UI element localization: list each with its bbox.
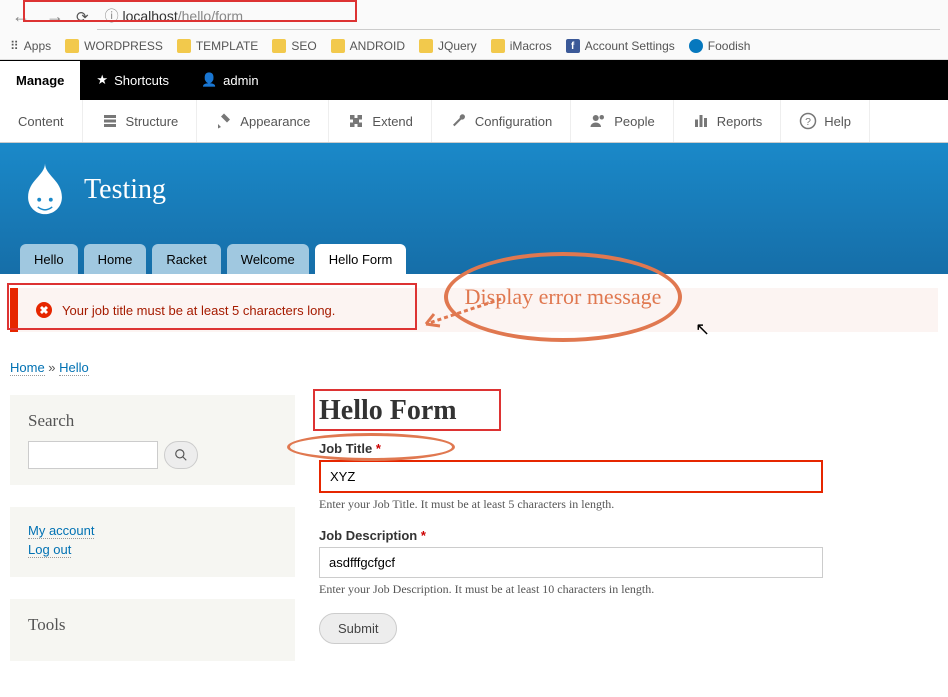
menu-structure[interactable]: Structure [83,100,198,142]
job-title-input[interactable] [319,460,823,493]
menu-content[interactable]: Content [0,100,83,142]
admin-toolbar: Manage ★Shortcuts 👤admin [0,60,948,100]
star-icon: ★ [96,72,108,88]
toolbar-manage[interactable]: Manage [0,61,80,100]
menu-configuration[interactable]: Configuration [432,100,571,142]
structure-icon [101,112,119,130]
menu-people[interactable]: People [571,100,673,142]
search-input[interactable] [28,441,158,469]
folder-icon [65,39,79,53]
tab-racket[interactable]: Racket [152,244,220,275]
error-icon: ✖ [36,302,52,318]
required-marker: * [421,528,426,543]
primary-tabs: Hello Home Racket Welcome Hello Form [20,244,928,275]
bookmark-item[interactable]: WORDPRESS [65,39,163,53]
tab-hello-form[interactable]: Hello Form [315,244,407,275]
chart-icon [692,112,710,130]
bookmark-item[interactable]: SEO [272,39,316,53]
menu-reports[interactable]: Reports [674,100,782,142]
messages-region: ✖ Your job title must be at least 5 char… [0,274,948,346]
bookmark-item[interactable]: iMacros [491,39,552,53]
job-title-description: Enter your Job Title. It must be at leas… [319,497,938,512]
folder-icon [419,39,433,53]
sidebar: Search My account Log out Tools [10,395,295,683]
user-block: My account Log out [10,507,295,577]
help-icon: ? [799,112,817,130]
folder-icon [491,39,505,53]
user-icon: 👤 [201,72,217,88]
facebook-icon: f [566,39,580,53]
breadcrumb-hello[interactable]: Hello [59,360,89,376]
toolbar-shortcuts[interactable]: ★Shortcuts [80,60,185,100]
folder-icon [331,39,345,53]
search-icon [174,448,188,462]
bookmark-item[interactable]: TEMPLATE [177,39,258,53]
paintbrush-icon [215,112,233,130]
bookmark-item[interactable]: ANDROID [331,39,405,53]
tab-welcome[interactable]: Welcome [227,244,309,275]
bookmark-item[interactable]: JQuery [419,39,477,53]
required-marker: * [376,441,381,456]
drupal-icon [689,39,703,53]
form-item-job-title: Job Title * Enter your Job Title. It mus… [319,441,938,512]
wrench-icon [450,112,468,130]
job-description-description: Enter your Job Description. It must be a… [319,582,938,597]
tab-hello[interactable]: Hello [20,244,78,275]
tab-home[interactable]: Home [84,244,147,275]
submit-button[interactable]: Submit [319,613,397,644]
apps-icon: ⠿ [10,39,19,53]
link-log-out[interactable]: Log out [28,542,71,558]
tools-block: Tools [10,599,295,661]
error-text: Your job title must be at least 5 charac… [62,303,335,318]
menu-extend[interactable]: Extend [329,100,431,142]
page-title: Hello Form [319,395,938,427]
reload-icon[interactable]: ⟳ [76,8,89,26]
breadcrumb-home[interactable]: Home [10,360,45,376]
menu-appearance[interactable]: Appearance [197,100,329,142]
apps-button[interactable]: ⠿Apps [10,39,51,53]
bookmark-item[interactable]: Foodish [689,39,751,53]
toolbar-user[interactable]: 👤admin [185,60,275,100]
forward-icon[interactable]: → [42,6,68,27]
job-description-input[interactable] [319,547,823,578]
back-icon[interactable]: ← [8,6,34,27]
folder-icon [177,39,191,53]
error-message: ✖ Your job title must be at least 5 char… [10,288,938,332]
people-icon [589,112,607,130]
bookmarks-bar: ⠿Apps WORDPRESS TEMPLATE SEO ANDROID JQu… [0,33,948,59]
svg-text:?: ? [805,116,811,128]
cursor-icon: ↖ [695,319,710,340]
link-my-account[interactable]: My account [28,523,94,539]
url-host: localhost [122,8,177,24]
url-path: /hello/form [178,8,243,24]
url-bar[interactable]: ⓘ localhost/hello/form [97,3,940,30]
info-icon: ⓘ [105,8,123,24]
site-name[interactable]: Testing [84,174,166,206]
folder-icon [272,39,286,53]
browser-chrome: ← → ⟳ ⓘ localhost/hello/form ⠿Apps WORDP… [0,0,948,60]
job-description-label: Job Description * [319,528,938,543]
main-content: Hello Form Job Title * Enter your Job Ti… [319,395,938,683]
puzzle-icon [347,112,365,130]
job-title-label: Job Title * [319,441,938,456]
bookmark-item[interactable]: fAccount Settings [566,39,675,53]
block-title: Tools [28,615,277,635]
menu-help[interactable]: ?Help [781,100,870,142]
drupal-logo [20,161,70,219]
site-header: Testing Hello Home Racket Welcome Hello … [0,143,948,274]
block-title: Search [28,411,277,431]
search-button[interactable] [164,441,198,469]
search-block: Search [10,395,295,485]
breadcrumb: Home » Hello [10,360,938,375]
admin-menu: Content Structure Appearance Extend Conf… [0,100,948,143]
form-item-job-description: Job Description * Enter your Job Descrip… [319,528,938,597]
